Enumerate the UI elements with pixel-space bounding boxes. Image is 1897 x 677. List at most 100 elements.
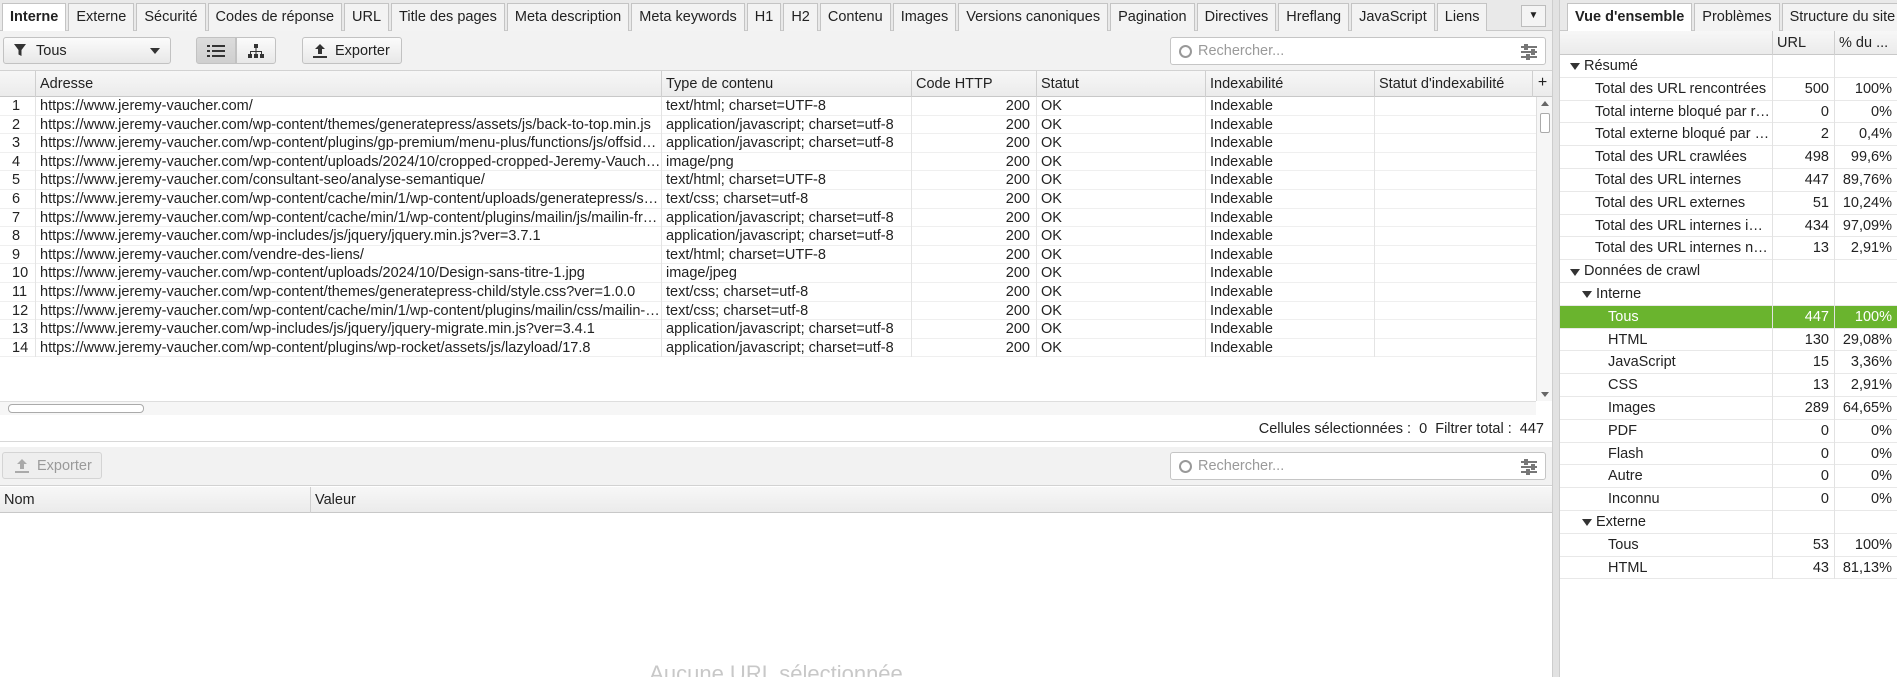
tabs-overflow-button[interactable]: ▼ bbox=[1521, 5, 1546, 27]
expand-arrow-icon[interactable] bbox=[1570, 63, 1580, 71]
tree-item[interactable]: Images 289 64,65% bbox=[1560, 397, 1897, 420]
tree-item[interactable]: Autre 0 0% bbox=[1560, 465, 1897, 489]
cell-indexability-status bbox=[1374, 208, 1536, 228]
tab-13[interactable]: Pagination bbox=[1110, 3, 1195, 31]
tree-item[interactable]: Total des URL internes non indexables132… bbox=[1560, 237, 1897, 261]
side-tab-0[interactable]: Vue d'ensemble bbox=[1567, 3, 1693, 32]
tab-0[interactable]: Interne bbox=[2, 3, 67, 32]
detail-search-input[interactable]: Rechercher... bbox=[1170, 452, 1546, 480]
tab-1[interactable]: Externe bbox=[68, 3, 135, 31]
tree-group[interactable]: Externe bbox=[1560, 511, 1897, 534]
column-header-url[interactable]: URL bbox=[1772, 31, 1834, 55]
table-row[interactable]: 10 https://www.jeremy-vaucher.com/wp-cont… bbox=[0, 264, 1536, 283]
tree-item[interactable]: CSS 13 2,91% bbox=[1560, 374, 1897, 397]
tab-5[interactable]: Title des pages bbox=[391, 3, 505, 31]
table-row[interactable]: 12 https://www.jeremy-vaucher.com/wp-cont… bbox=[0, 301, 1536, 321]
tab-4[interactable]: URL bbox=[344, 3, 390, 31]
tree-item-percent: 3,36% bbox=[1834, 351, 1897, 375]
tree-item[interactable]: Inconnu 0 0% bbox=[1560, 488, 1897, 511]
tree-item[interactable]: HTML 130 29,08% bbox=[1560, 328, 1897, 352]
tree-item[interactable]: Total interne bloqué par robots.txt00% bbox=[1560, 100, 1897, 124]
tree-item[interactable]: Total des URL internes 447 89,76% bbox=[1560, 169, 1897, 192]
column-header-status[interactable]: Statut bbox=[1036, 71, 1205, 97]
table-row[interactable]: 1 https://www.jeremy-vaucher.com/text/htm… bbox=[0, 97, 1536, 116]
tab-2[interactable]: Sécurité bbox=[136, 3, 206, 31]
detail-export-button[interactable]: Exporter bbox=[2, 452, 102, 479]
column-header-content-type[interactable]: Type de contenu bbox=[661, 71, 911, 97]
tree-item[interactable]: PDF 0 0% bbox=[1560, 419, 1897, 443]
column-header-percent[interactable]: % du ... bbox=[1834, 31, 1897, 55]
pane-splitter[interactable] bbox=[1552, 0, 1560, 677]
tree-item[interactable]: HTML 43 81,13% bbox=[1560, 556, 1897, 580]
side-tab-1[interactable]: Problèmes bbox=[1694, 3, 1780, 31]
expand-arrow-icon[interactable] bbox=[1582, 291, 1592, 299]
table-row[interactable]: 3 https://www.jeremy-vaucher.com/wp-conte… bbox=[0, 134, 1536, 153]
row-number: 11 bbox=[12, 284, 28, 300]
column-header-value[interactable]: Valeur bbox=[310, 487, 1552, 513]
column-header-address[interactable]: Adresse bbox=[35, 71, 661, 97]
tab-8[interactable]: H1 bbox=[746, 3, 782, 31]
tree-item[interactable]: Total des URL externes 51 10,24% bbox=[1560, 191, 1897, 215]
table-row[interactable]: 2 https://www.jeremy-vaucher.com/wp-conte… bbox=[0, 115, 1536, 135]
scroll-up-icon[interactable] bbox=[1541, 101, 1549, 106]
tree-item-label: PDF bbox=[1608, 422, 1637, 439]
tree-group[interactable]: Résumé bbox=[1560, 55, 1897, 78]
side-tab-2[interactable]: Structure du site bbox=[1781, 3, 1897, 31]
tree-item[interactable]: Total des URL internes indexables43497,0… bbox=[1560, 214, 1897, 238]
tab-10[interactable]: Contenu bbox=[819, 3, 891, 31]
horizontal-scrollbar[interactable] bbox=[0, 401, 1536, 415]
table-row[interactable]: 6 https://www.jeremy-vaucher.com/wp-conte… bbox=[0, 190, 1536, 209]
search-options-icon[interactable] bbox=[1521, 44, 1537, 60]
table-row[interactable]: 11 https://www.jeremy-vaucher.com/wp-cont… bbox=[0, 283, 1536, 302]
tab-15[interactable]: Hreflang bbox=[1278, 3, 1350, 31]
tree-item[interactable]: JavaScript 15 3,36% bbox=[1560, 351, 1897, 375]
expand-arrow-icon[interactable] bbox=[1570, 268, 1580, 276]
tree-view-button[interactable] bbox=[236, 37, 276, 64]
tree-item[interactable]: Tous 53 100% bbox=[1560, 533, 1897, 557]
tab-9[interactable]: H2 bbox=[783, 3, 818, 31]
side-tab-list: Vue d'ensemble Problèmes Structure du site bbox=[1567, 3, 1897, 32]
tab-3[interactable]: Codes de réponse bbox=[207, 3, 343, 31]
table-row[interactable]: 7 https://www.jeremy-vaucher.com/wp-conte… bbox=[0, 208, 1536, 228]
tab-11[interactable]: Images bbox=[892, 3, 957, 31]
export-button[interactable]: Exporter bbox=[302, 37, 402, 64]
tree-item-percent: 97,09% bbox=[1834, 214, 1897, 238]
tree-item[interactable]: Total des URL crawlées 498 99,6% bbox=[1560, 146, 1897, 169]
table-row[interactable]: 14 https://www.jeremy-vaucher.com/wp-cont… bbox=[0, 338, 1536, 358]
add-column-button[interactable]: + bbox=[1532, 71, 1552, 97]
column-header-name[interactable]: Nom bbox=[0, 487, 310, 513]
tree-group[interactable]: Interne bbox=[1560, 283, 1897, 306]
table-body: 1 https://www.jeremy-vaucher.com/text/htm… bbox=[0, 97, 1536, 401]
table-row[interactable]: 4 https://www.jeremy-vaucher.com/wp-conte… bbox=[0, 152, 1536, 172]
tab-16[interactable]: JavaScript bbox=[1351, 3, 1435, 31]
filter-dropdown[interactable]: Tous bbox=[3, 37, 171, 64]
hscrollbar-thumb[interactable] bbox=[8, 404, 144, 413]
tab-12[interactable]: Versions canoniques bbox=[958, 3, 1109, 31]
column-header-indexability[interactable]: Indexabilité bbox=[1205, 71, 1374, 97]
tab-17[interactable]: Liens bbox=[1436, 3, 1488, 31]
column-header-indexability-status[interactable]: Statut d'indexabilité bbox=[1374, 71, 1532, 97]
tree-item[interactable]: Tous 447 100% bbox=[1560, 305, 1897, 329]
search-input[interactable]: Rechercher... bbox=[1170, 37, 1546, 65]
tab-7[interactable]: Meta keywords bbox=[631, 3, 745, 31]
tree-item[interactable]: Total externe bloqué par robots.txt20,4% bbox=[1560, 123, 1897, 147]
scroll-down-icon[interactable] bbox=[1541, 392, 1549, 397]
table-row[interactable]: 9 https://www.jeremy-vaucher.com/vendre-d… bbox=[0, 245, 1536, 265]
table-row[interactable]: 5 https://www.jeremy-vaucher.com/consulta… bbox=[0, 171, 1536, 190]
search-options-icon[interactable] bbox=[1521, 459, 1537, 475]
tab-14[interactable]: Directives bbox=[1196, 3, 1277, 31]
list-view-button[interactable] bbox=[196, 37, 236, 64]
scrollbar-thumb[interactable] bbox=[1540, 113, 1550, 133]
tab-6[interactable]: Meta description bbox=[506, 3, 630, 31]
tree-group[interactable]: Données de crawl bbox=[1560, 260, 1897, 283]
search-icon bbox=[1179, 44, 1192, 58]
tree-item[interactable]: Total des URL rencontrées 500 100% bbox=[1560, 77, 1897, 101]
row-number: 4 bbox=[12, 153, 21, 170]
expand-arrow-icon[interactable] bbox=[1582, 519, 1592, 527]
tree-item[interactable]: Flash 0 0% bbox=[1560, 442, 1897, 466]
cell-status: OK bbox=[1036, 264, 1205, 283]
table-row[interactable]: 13 https://www.jeremy-vaucher.com/wp-incl… bbox=[0, 320, 1536, 339]
vertical-scrollbar[interactable] bbox=[1536, 97, 1552, 401]
column-header-http-code[interactable]: Code HTTP bbox=[911, 71, 1036, 97]
table-row[interactable]: 8 https://www.jeremy-vaucher.com/wp-inclu… bbox=[0, 227, 1536, 246]
